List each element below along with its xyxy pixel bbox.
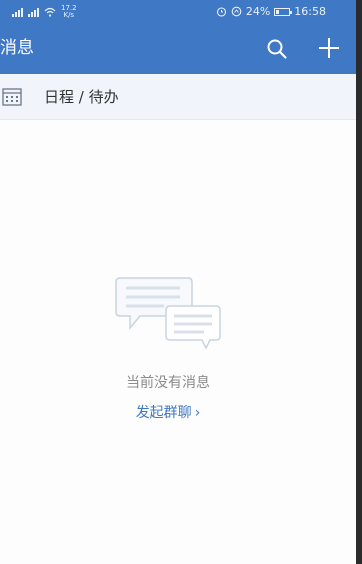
start-group-chat-link[interactable]: 发起群聊 › (0, 402, 336, 422)
data-saver-icon (231, 6, 242, 17)
calendar-icon (2, 88, 22, 106)
app-bar: 消息 (0, 24, 356, 74)
schedule-label: 日程 / 待办 (44, 88, 119, 106)
status-right: 24% 16:58 (216, 5, 326, 18)
alarm-icon (216, 7, 226, 17)
empty-message: 当前没有消息 (126, 375, 210, 391)
status-left: 17.2 K/s (12, 5, 77, 19)
battery-fill (276, 9, 280, 14)
chevron-right-icon: › (194, 405, 201, 421)
clock: 16:58 (294, 5, 326, 18)
status-bar: 17.2 K/s 24% 16:58 (0, 0, 356, 24)
network-speed-unit: K/s (63, 11, 75, 19)
search-icon[interactable] (266, 38, 288, 60)
page-title: 消息 (0, 38, 34, 58)
battery-icon (274, 7, 293, 16)
network-speed: 17.2 K/s (61, 5, 77, 19)
battery-percentage: 24% (245, 5, 271, 18)
wifi-icon (44, 7, 56, 17)
chat-bubbles-icon (115, 277, 221, 350)
signal-icon (12, 7, 23, 17)
schedule-todo-row[interactable]: 日程 / 待办 (0, 74, 356, 120)
add-icon[interactable] (318, 37, 340, 59)
signal-icon (28, 7, 39, 17)
start-group-chat-label: 发起群聊 (135, 405, 192, 421)
screen-edge (356, 0, 362, 564)
